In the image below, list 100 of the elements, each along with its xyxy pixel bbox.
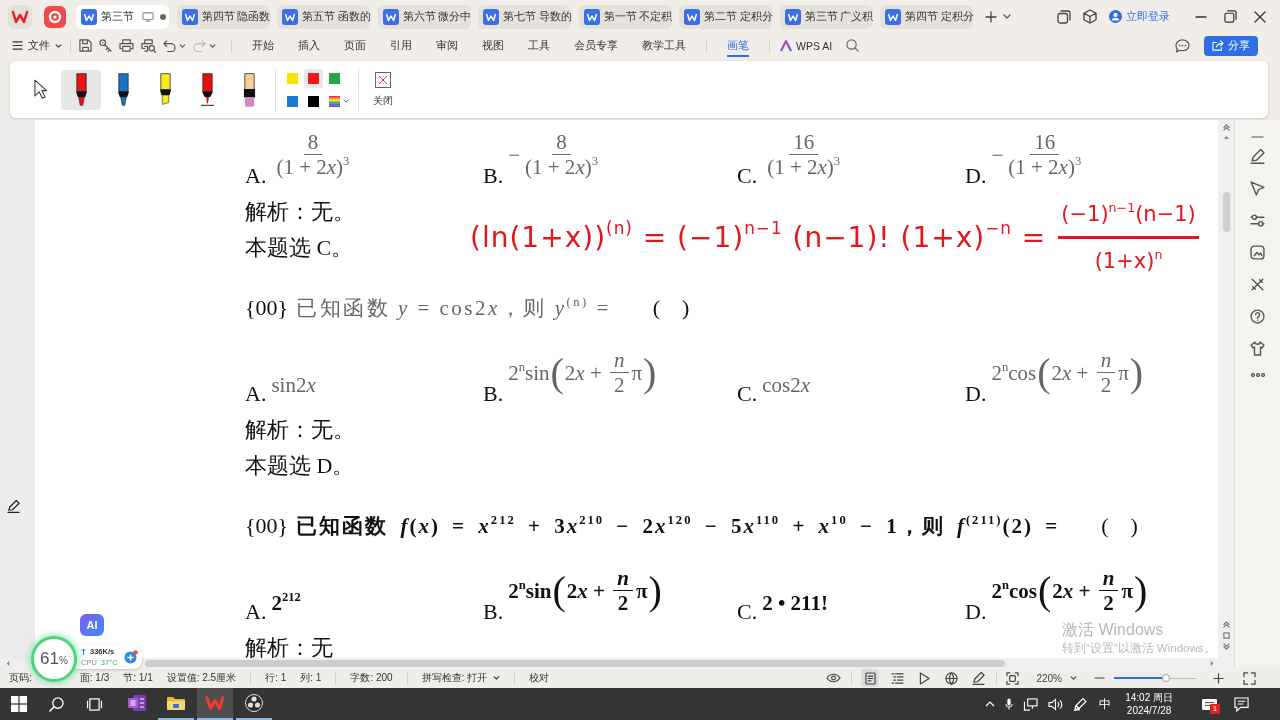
zoom-slider-thumb[interactable] — [1161, 674, 1170, 682]
view-button[interactable] — [969, 669, 988, 687]
marker-tool[interactable] — [61, 69, 101, 110]
add-icon[interactable] — [123, 650, 138, 664]
document-tab[interactable]: 第三节 广义积 — [779, 4, 873, 29]
document-icon — [382, 8, 399, 25]
login-button[interactable]: 立即登录 — [1109, 9, 1170, 24]
share-button[interactable]: 分享 — [1204, 35, 1258, 56]
close-button[interactable]: 关闭 — [373, 71, 393, 108]
undo-icon[interactable] — [163, 39, 176, 52]
chevron-up-icon[interactable] — [985, 701, 996, 707]
minimize-icon[interactable] — [1195, 15, 1207, 18]
ribbon-tab[interactable]: 教学工具 — [642, 34, 686, 57]
ribbon-tab[interactable]: 开始 — [252, 34, 274, 57]
start-icon[interactable] — [11, 696, 27, 712]
scrollbar-thumb[interactable] — [1222, 192, 1230, 232]
option-label: C. — [737, 599, 758, 625]
document-tab[interactable]: 第六节 微分中 — [377, 4, 471, 29]
formula: 8 (1 + 2x)$^{3}$ — [275, 130, 351, 179]
caret-icon[interactable] — [209, 43, 216, 48]
ribbon-tab[interactable]: 插入 — [298, 34, 320, 57]
app-logo-icon[interactable] — [8, 4, 32, 29]
option-label: D. — [965, 381, 987, 407]
ribbon-tab[interactable]: 页面 — [344, 34, 366, 57]
ribbon-tab[interactable]: 工具 — [528, 34, 550, 57]
zoom-dropdown[interactable]: 220% — [1036, 672, 1077, 684]
page-up-icon[interactable] — [1222, 124, 1230, 131]
caret-icon[interactable] — [179, 43, 186, 48]
volume-icon[interactable] — [1048, 697, 1064, 711]
document-tab[interactable]: 第四节 隐函数 — [176, 4, 270, 29]
document-tab[interactable]: 第一节 不定积 — [578, 4, 672, 29]
network-icon[interactable] — [1023, 697, 1039, 711]
view-button[interactable] — [861, 669, 880, 687]
fullscreen-icon[interactable] — [1243, 671, 1256, 685]
new-tab-icon[interactable] — [985, 10, 997, 23]
document-tab[interactable]: 第七节 导数的 — [478, 4, 571, 29]
page-down-icon[interactable] — [1222, 643, 1230, 650]
ai-button[interactable]: AI — [80, 614, 104, 636]
ribbon-tab[interactable]: 引用 — [390, 34, 412, 57]
task-view-icon[interactable] — [86, 697, 103, 711]
restore-icon[interactable] — [1224, 10, 1237, 23]
document-icon — [483, 8, 499, 25]
save-icon[interactable] — [79, 39, 92, 52]
document-icon — [181, 8, 198, 25]
ribbon-tab[interactable]: 画笔 — [727, 34, 749, 57]
page-up-icon[interactable] — [1222, 621, 1230, 628]
document-tab[interactable]: 第四节 定积分 — [880, 4, 973, 29]
scroll-left-icon[interactable] — [6, 659, 10, 667]
fit-page-icon[interactable] — [1006, 671, 1020, 685]
scroll-right-icon[interactable] — [1210, 659, 1214, 667]
document-icon — [684, 8, 700, 25]
search-icon[interactable] — [49, 696, 64, 712]
help-icon[interactable] — [1250, 309, 1265, 324]
tools-icon[interactable] — [1250, 277, 1265, 292]
status-text: 面: 1/3 — [79, 671, 110, 685]
print-icon[interactable] — [119, 39, 134, 52]
caret-icon[interactable] — [1003, 14, 1011, 19]
scroll-up-icon[interactable] — [1222, 135, 1230, 140]
close-icon[interactable] — [1254, 10, 1266, 23]
office-app-icon — [205, 695, 225, 711]
input-method-button[interactable]: 中 — [1099, 695, 1112, 713]
key-icon[interactable] — [99, 39, 112, 52]
pen-icon[interactable] — [7, 500, 20, 513]
monitor-icon[interactable] — [142, 11, 154, 22]
clock[interactable]: 14:02 周日 2024/7/28 — [1125, 691, 1173, 717]
page-icon[interactable] — [1222, 632, 1230, 639]
view-button[interactable] — [942, 669, 961, 687]
document-tab[interactable]: 第五节 函数的 — [277, 4, 370, 29]
document-tab[interactable]: 第二节 定积分 — [679, 4, 772, 29]
option-label: C. — [737, 381, 758, 407]
ribbon-tab[interactable]: 审阅 — [436, 34, 458, 57]
more-icon[interactable] — [1250, 373, 1265, 377]
chat-bubble-icon[interactable] — [1175, 38, 1190, 53]
notebook-app-icon — [127, 694, 147, 712]
print-preview-icon[interactable] — [141, 38, 156, 53]
file-menu-button[interactable]: 文件 — [12, 38, 62, 53]
picture-icon[interactable] — [1250, 245, 1265, 260]
microphone-icon[interactable] — [1005, 697, 1014, 711]
ribbon-tab[interactable]: 会员专享 — [574, 34, 618, 57]
sliders-icon[interactable] — [1250, 213, 1265, 228]
zoom-in-icon[interactable] — [1213, 672, 1224, 684]
question-text: 已知函数 y = cos2x，则 y$^{(n)}$ = — [296, 294, 611, 322]
scrollbar-thumb[interactable] — [145, 659, 1005, 667]
window-icon[interactable] — [1057, 9, 1071, 24]
zoom-slider-track[interactable] — [1114, 674, 1196, 682]
action-center-icon[interactable] — [1234, 696, 1249, 712]
pen-icon[interactable] — [1250, 149, 1265, 164]
ai-button[interactable]: WPS AI — [780, 39, 833, 52]
ribbon-tab[interactable]: 视图 — [482, 34, 504, 57]
document-tab[interactable]: 第三节 — [76, 4, 169, 29]
cube-icon[interactable] — [1083, 9, 1097, 24]
pointer-icon[interactable] — [1250, 181, 1265, 196]
recorder-app-icon — [245, 694, 263, 712]
brand-logo-icon[interactable] — [44, 5, 66, 28]
shirt-icon[interactable] — [1250, 341, 1265, 356]
color-swatch-button[interactable] — [304, 68, 323, 88]
document-icon — [583, 8, 600, 25]
folder-app-icon — [166, 695, 186, 711]
caret-icon — [1070, 676, 1077, 680]
status-dropdown[interactable]: 拼写检查: 打开 — [421, 671, 501, 685]
